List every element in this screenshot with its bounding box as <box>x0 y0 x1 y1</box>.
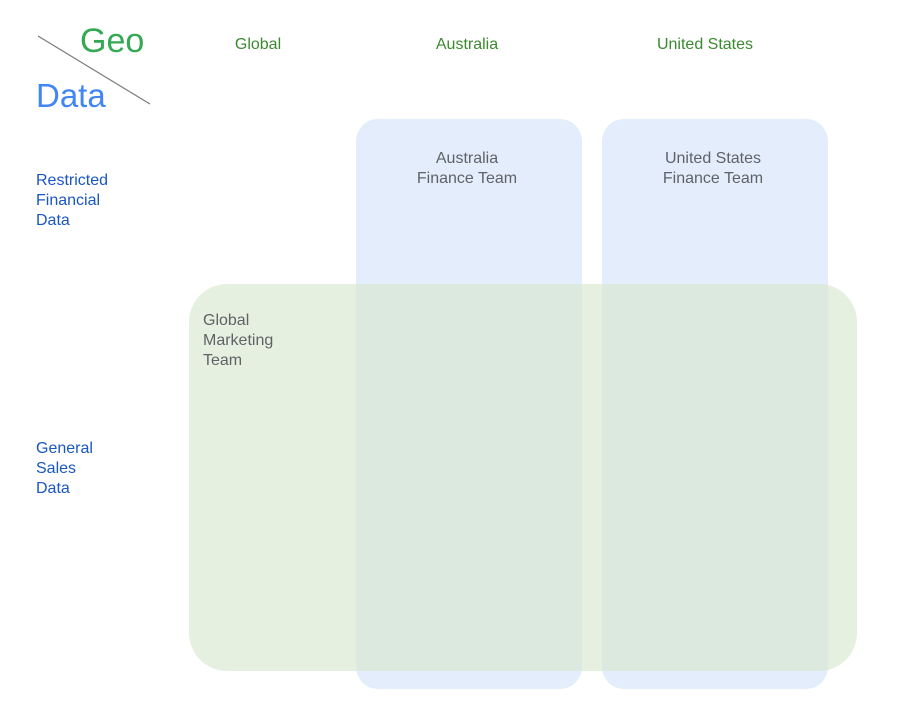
column-header-united-states: United States <box>656 36 754 53</box>
us-finance-team-label: United States Finance Team <box>662 150 764 187</box>
australia-finance-team-label: Australia Finance Team <box>416 150 518 187</box>
global-marketing-team-label: Global Marketing Team <box>203 312 274 369</box>
row-header-restricted-financial-data: Restricted Financial Data <box>36 172 109 229</box>
row-header-general-sales-data: General Sales Data <box>36 440 93 497</box>
column-header-australia: Australia <box>435 36 499 53</box>
column-header-global: Global <box>234 36 282 53</box>
data-axis-label: Data <box>36 77 106 114</box>
